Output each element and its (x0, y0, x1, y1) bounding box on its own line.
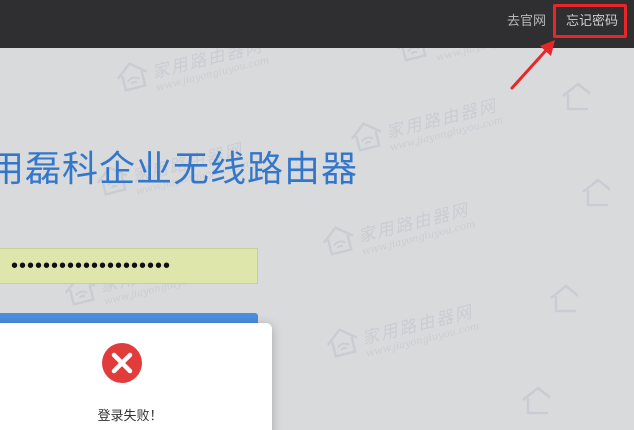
highlight-annotation-box (553, 4, 627, 38)
house-wifi-icon (550, 284, 578, 313)
watermark-url: www.jiayongluyou.com (364, 320, 481, 360)
house-wifi-icon (322, 226, 354, 256)
watermark-url: www.jiayongluyou.com (360, 218, 477, 258)
watermark-text: 家用路由器网 (356, 200, 472, 248)
official-site-link[interactable]: 去官网 (507, 13, 546, 31)
watermark: 家用路由器网 www.jiayongluyou.com (346, 91, 505, 163)
watermark-url: www.jiayongluyou.com (388, 114, 505, 154)
error-dialog: 登录失败！ (0, 323, 272, 430)
house-wifi-icon (582, 178, 610, 207)
error-icon (102, 343, 142, 383)
house-wifi-icon (522, 386, 550, 415)
page-title: 用磊科企业无线路由器 (0, 149, 359, 190)
watermark-text: 家用路由器网 (384, 96, 500, 144)
annotation-arrow-icon (510, 40, 555, 90)
login-page: 家用路由器网 www.jiayongluyou.com 家用路由器网 www.j… (0, 0, 634, 430)
watermark-url: www.jiayongluyou.com (154, 54, 271, 94)
house-wifi-icon (326, 328, 358, 358)
dialog-message: 登录失败！ (97, 409, 163, 424)
watermark: 家用路由器网 www.jiayongluyou.com (322, 297, 481, 369)
watermark-text: 家用路由器网 (360, 302, 476, 350)
watermark: 家用路由器网 www.jiayongluyou.com (318, 195, 477, 267)
password-input[interactable] (0, 248, 258, 284)
house-wifi-icon (116, 62, 148, 92)
